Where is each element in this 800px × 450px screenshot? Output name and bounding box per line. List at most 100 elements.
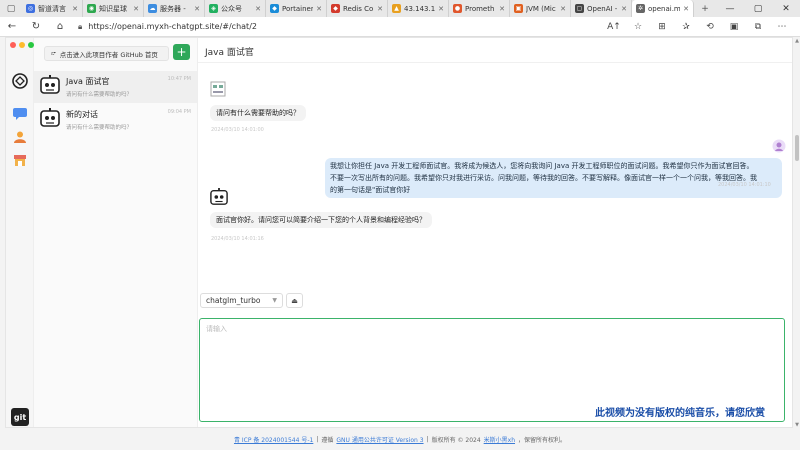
broom-icon: ⏏: [291, 296, 298, 305]
tab-close-icon[interactable]: ✕: [438, 5, 444, 13]
message-bubble: 面试官你好。请问您可以简要介绍一下您的个人背景和编程经验吗？: [210, 212, 432, 228]
icp-link[interactable]: 青 ICP 备 2024001544 号-1: [234, 435, 313, 444]
tab-close-icon[interactable]: ✕: [255, 5, 261, 13]
tab-favicon-icon: ▢: [575, 4, 584, 13]
user-icon[interactable]: [11, 128, 29, 146]
browser-profile-icon[interactable]: ▢: [0, 0, 22, 17]
tab-close-icon[interactable]: ✕: [194, 5, 200, 13]
home-icon[interactable]: ⌂: [48, 17, 72, 37]
favorites-icon[interactable]: ✰: [674, 17, 698, 37]
tab-title: 43.143.1: [404, 4, 436, 13]
url-field[interactable]: 🔒︎ https://openai.myxh-chatgpt.site/#/ch…: [78, 19, 638, 35]
history-icon[interactable]: ⟲: [698, 17, 722, 37]
collections-icon[interactable]: ▣: [722, 17, 746, 37]
conversation-preview: 请问有什么需要帮助的吗？: [66, 92, 133, 98]
clear-context-button[interactable]: ⏏: [286, 293, 303, 308]
browser-tab[interactable]: ▣ JVM (Mic ✕: [510, 0, 571, 17]
chat-bubble-icon[interactable]: [11, 105, 29, 123]
read-aloud-icon[interactable]: A↑: [602, 17, 626, 37]
conversation-item[interactable]: 新的对话 请问有什么需要帮助的吗？ 09:04 PM: [34, 104, 197, 136]
tab-close-icon[interactable]: ✕: [683, 5, 689, 13]
composer-toolbar: chatglm_turbo ▼ ⏏: [198, 293, 792, 315]
footer-text: 版权所有 © 2024: [431, 436, 481, 444]
tab-favicon-icon: ▣: [514, 4, 523, 13]
address-bar: ← ↻ ⌂ 🔒︎ https://openai.myxh-chatgpt.sit…: [0, 17, 800, 37]
minimize-icon[interactable]: —: [716, 0, 744, 17]
browser-tab[interactable]: ☁ 服务器 - ✕: [144, 0, 205, 17]
tab-close-icon[interactable]: ✕: [316, 5, 322, 13]
message-bubble: 我想让你担任 Java 开发工程师面试官。我将成为候选人，您将向我询问 Java…: [325, 158, 782, 198]
close-window-icon[interactable]: ✕: [772, 0, 800, 17]
tab-close-icon[interactable]: ✕: [621, 5, 627, 13]
robot-avatar-icon: [40, 75, 60, 95]
github-button[interactable]: 👉︎ 点击进入此项目作者 GitHub 首页: [44, 46, 169, 61]
bot-avatar-icon: [210, 81, 228, 99]
tab-close-icon[interactable]: ✕: [499, 5, 505, 13]
back-icon[interactable]: ←: [0, 17, 24, 37]
tab-favicon-icon: ●: [453, 4, 462, 13]
refresh-icon[interactable]: ↻: [24, 17, 48, 37]
tab-favicon-icon: ◆: [331, 4, 340, 13]
browser-tab[interactable]: ▢ OpenAI - ✕: [571, 0, 632, 17]
license-link[interactable]: GNU 通用公共许可证 Version 3: [336, 435, 423, 444]
openai-logo-icon[interactable]: [11, 72, 29, 90]
github-button-label: 点击进入此项目作者 GitHub 首页: [59, 50, 158, 59]
tab-title: 服务器 -: [160, 4, 186, 13]
tab-title: openai.m: [648, 4, 681, 13]
message-line: 的第一句话是"面试官你好: [330, 186, 411, 194]
message-line: 不要一次写出所有的问题。我希望你只对我进行采访。问我问题，等待我的回答。不要写解…: [330, 174, 757, 182]
conversation-sidebar: 👉︎ 点击进入此项目作者 GitHub 首页 + Java 面试官 请问有什么需…: [34, 38, 198, 427]
message-time: 2024/03/10 14:01:16: [211, 236, 264, 242]
tab-close-icon[interactable]: ✕: [377, 5, 383, 13]
bot-avatar-icon: [210, 188, 228, 206]
page-footer: 青 ICP 备 2024001544 号-1 | 遵循 GNU 通用公共许可证 …: [0, 428, 800, 450]
url-text: https://openai.myxh-chatgpt.site/#/chat/…: [88, 22, 257, 31]
tab-favicon-icon: ◎: [26, 4, 35, 13]
chat-title: Java 面试官: [205, 48, 254, 58]
message-bubble: 请问有什么需要帮助的吗？: [210, 105, 306, 121]
browser-tab[interactable]: ✲ openai.m ✕: [632, 0, 694, 17]
lock-icon: 🔒︎: [78, 21, 83, 31]
footer-text: ，保留所有权利。: [518, 436, 567, 444]
browser-tab[interactable]: ● Prometh ✕: [449, 0, 510, 17]
maximize-icon[interactable]: ▢: [744, 0, 772, 17]
store-icon[interactable]: [11, 151, 29, 169]
scroll-up-icon[interactable]: ▲: [795, 38, 799, 44]
tab-favicon-icon: ✲: [636, 4, 645, 13]
favorite-star-icon[interactable]: ☆: [626, 17, 650, 37]
browser-tab[interactable]: ◉ 知识星球 ✕: [83, 0, 144, 17]
footer-separator: |: [316, 435, 319, 443]
split-screen-icon[interactable]: ⊞: [650, 17, 674, 37]
extensions-icon[interactable]: ⧉: [746, 17, 770, 37]
browser-tab[interactable]: ◆ Portainer ✕: [266, 0, 327, 17]
browser-tab[interactable]: ▲ 43.143.1 ✕: [388, 0, 449, 17]
minimize-dot-icon[interactable]: [19, 42, 25, 48]
page-scrollbar-thumb[interactable]: [795, 135, 799, 161]
author-link[interactable]: 米斯小黑xh: [484, 435, 515, 444]
tab-close-icon[interactable]: ✕: [72, 5, 78, 13]
chat-app: git 👉︎ 点击进入此项目作者 GitHub 首页 + Java 面试官 请问…: [5, 37, 793, 428]
more-menu-icon[interactable]: ⋯: [770, 17, 794, 37]
left-rail: git: [6, 38, 34, 427]
model-select-value: chatglm_turbo: [206, 296, 261, 305]
message-line: 我想让你担任 Java 开发工程师面试官。我将成为候选人，您将向我询问 Java…: [330, 162, 754, 170]
new-chat-button[interactable]: +: [173, 44, 190, 60]
close-dot-icon[interactable]: [10, 42, 16, 48]
git-icon[interactable]: git: [11, 408, 29, 426]
tab-close-icon[interactable]: ✕: [560, 5, 566, 13]
tab-title: 知识星球: [99, 4, 127, 13]
tab-favicon-icon: ◉: [87, 4, 96, 13]
new-tab-button[interactable]: +: [694, 0, 716, 17]
browser-tab[interactable]: ◆ Redis Co ✕: [327, 0, 388, 17]
conversation-time: 10:47 PM: [167, 76, 191, 82]
tab-title: OpenAI -: [587, 4, 618, 13]
user-avatar-icon: [772, 139, 786, 153]
window-dots: [10, 42, 34, 48]
model-select[interactable]: chatglm_turbo ▼: [200, 293, 283, 308]
chat-main: Java 面试官 请问有什么需要帮助的吗？ 2024/03/10 14:01:0…: [198, 38, 792, 427]
browser-tab[interactable]: ◈ 公众号 ✕: [205, 0, 266, 17]
conversation-item[interactable]: Java 面试官 请问有什么需要帮助的吗？ 10:47 PM: [34, 71, 197, 103]
message-time: 2024/03/10 14:01:00: [211, 127, 264, 133]
tab-close-icon[interactable]: ✕: [133, 5, 139, 13]
browser-tab[interactable]: ◎ 智道清言 ✕: [22, 0, 83, 17]
